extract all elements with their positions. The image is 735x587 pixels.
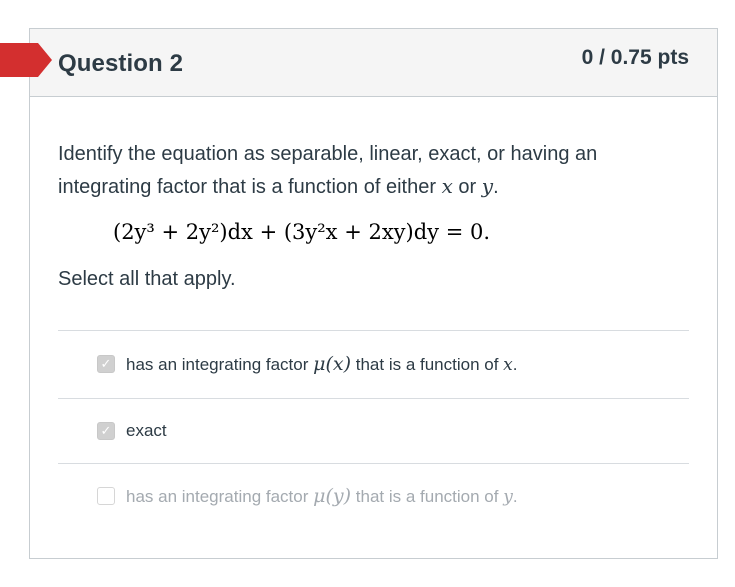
answer-option-exact[interactable]: ✓ exact bbox=[97, 421, 167, 441]
option-checkbox-unchecked[interactable] bbox=[97, 487, 115, 505]
question-prompt: Identify the equation as separable, line… bbox=[58, 138, 678, 203]
question-card bbox=[29, 28, 718, 559]
question-points: 0 / 0.75 pts bbox=[581, 46, 689, 69]
question-title: Question 2 bbox=[58, 50, 184, 77]
option-label: has an integrating factor μ(y) that is a… bbox=[126, 485, 518, 507]
answer-option-mu-y[interactable]: has an integrating factor μ(y) that is a… bbox=[97, 485, 518, 507]
checkmark-icon: ✓ bbox=[100, 423, 112, 439]
option-period: . bbox=[512, 487, 518, 506]
checkmark-icon: ✓ bbox=[100, 356, 112, 372]
prompt-period: . bbox=[493, 176, 499, 198]
math-var-y: y bbox=[503, 487, 513, 507]
option-text: has an integrating factor bbox=[126, 487, 314, 506]
prompt-line-2: integrating factor that is a function of… bbox=[58, 170, 678, 203]
option-label: exact bbox=[126, 421, 167, 440]
question-flag-icon bbox=[0, 43, 52, 77]
option-text: that is a function of bbox=[351, 487, 504, 506]
select-all-instruction: Select all that apply. bbox=[58, 268, 236, 290]
math-var-y: y bbox=[481, 174, 494, 198]
option-text: that is a function of bbox=[351, 355, 504, 374]
divider bbox=[58, 398, 689, 399]
option-checkbox-checked[interactable]: ✓ bbox=[97, 422, 115, 440]
prompt-text: integrating factor that is a function of… bbox=[58, 176, 442, 198]
option-text: has an integrating factor bbox=[126, 355, 314, 374]
option-checkbox-checked[interactable]: ✓ bbox=[97, 355, 115, 373]
prompt-text-or: or bbox=[452, 176, 482, 198]
divider bbox=[58, 330, 689, 331]
option-period: . bbox=[512, 355, 518, 374]
differential-equation: (2y³ + 2y²)dx + (3y²x + 2xy)dy = 0. bbox=[113, 220, 491, 244]
math-var-x: x bbox=[503, 355, 513, 375]
math-mu-x: μ(x) bbox=[313, 353, 352, 375]
option-label: has an integrating factor μ(x) that is a… bbox=[126, 353, 518, 375]
prompt-line-1: Identify the equation as separable, line… bbox=[58, 143, 598, 165]
math-mu-y: μ(y) bbox=[313, 485, 352, 507]
divider bbox=[58, 463, 689, 464]
math-var-x: x bbox=[441, 174, 453, 198]
answer-option-mu-x[interactable]: ✓ has an integrating factor μ(x) that is… bbox=[97, 353, 518, 375]
